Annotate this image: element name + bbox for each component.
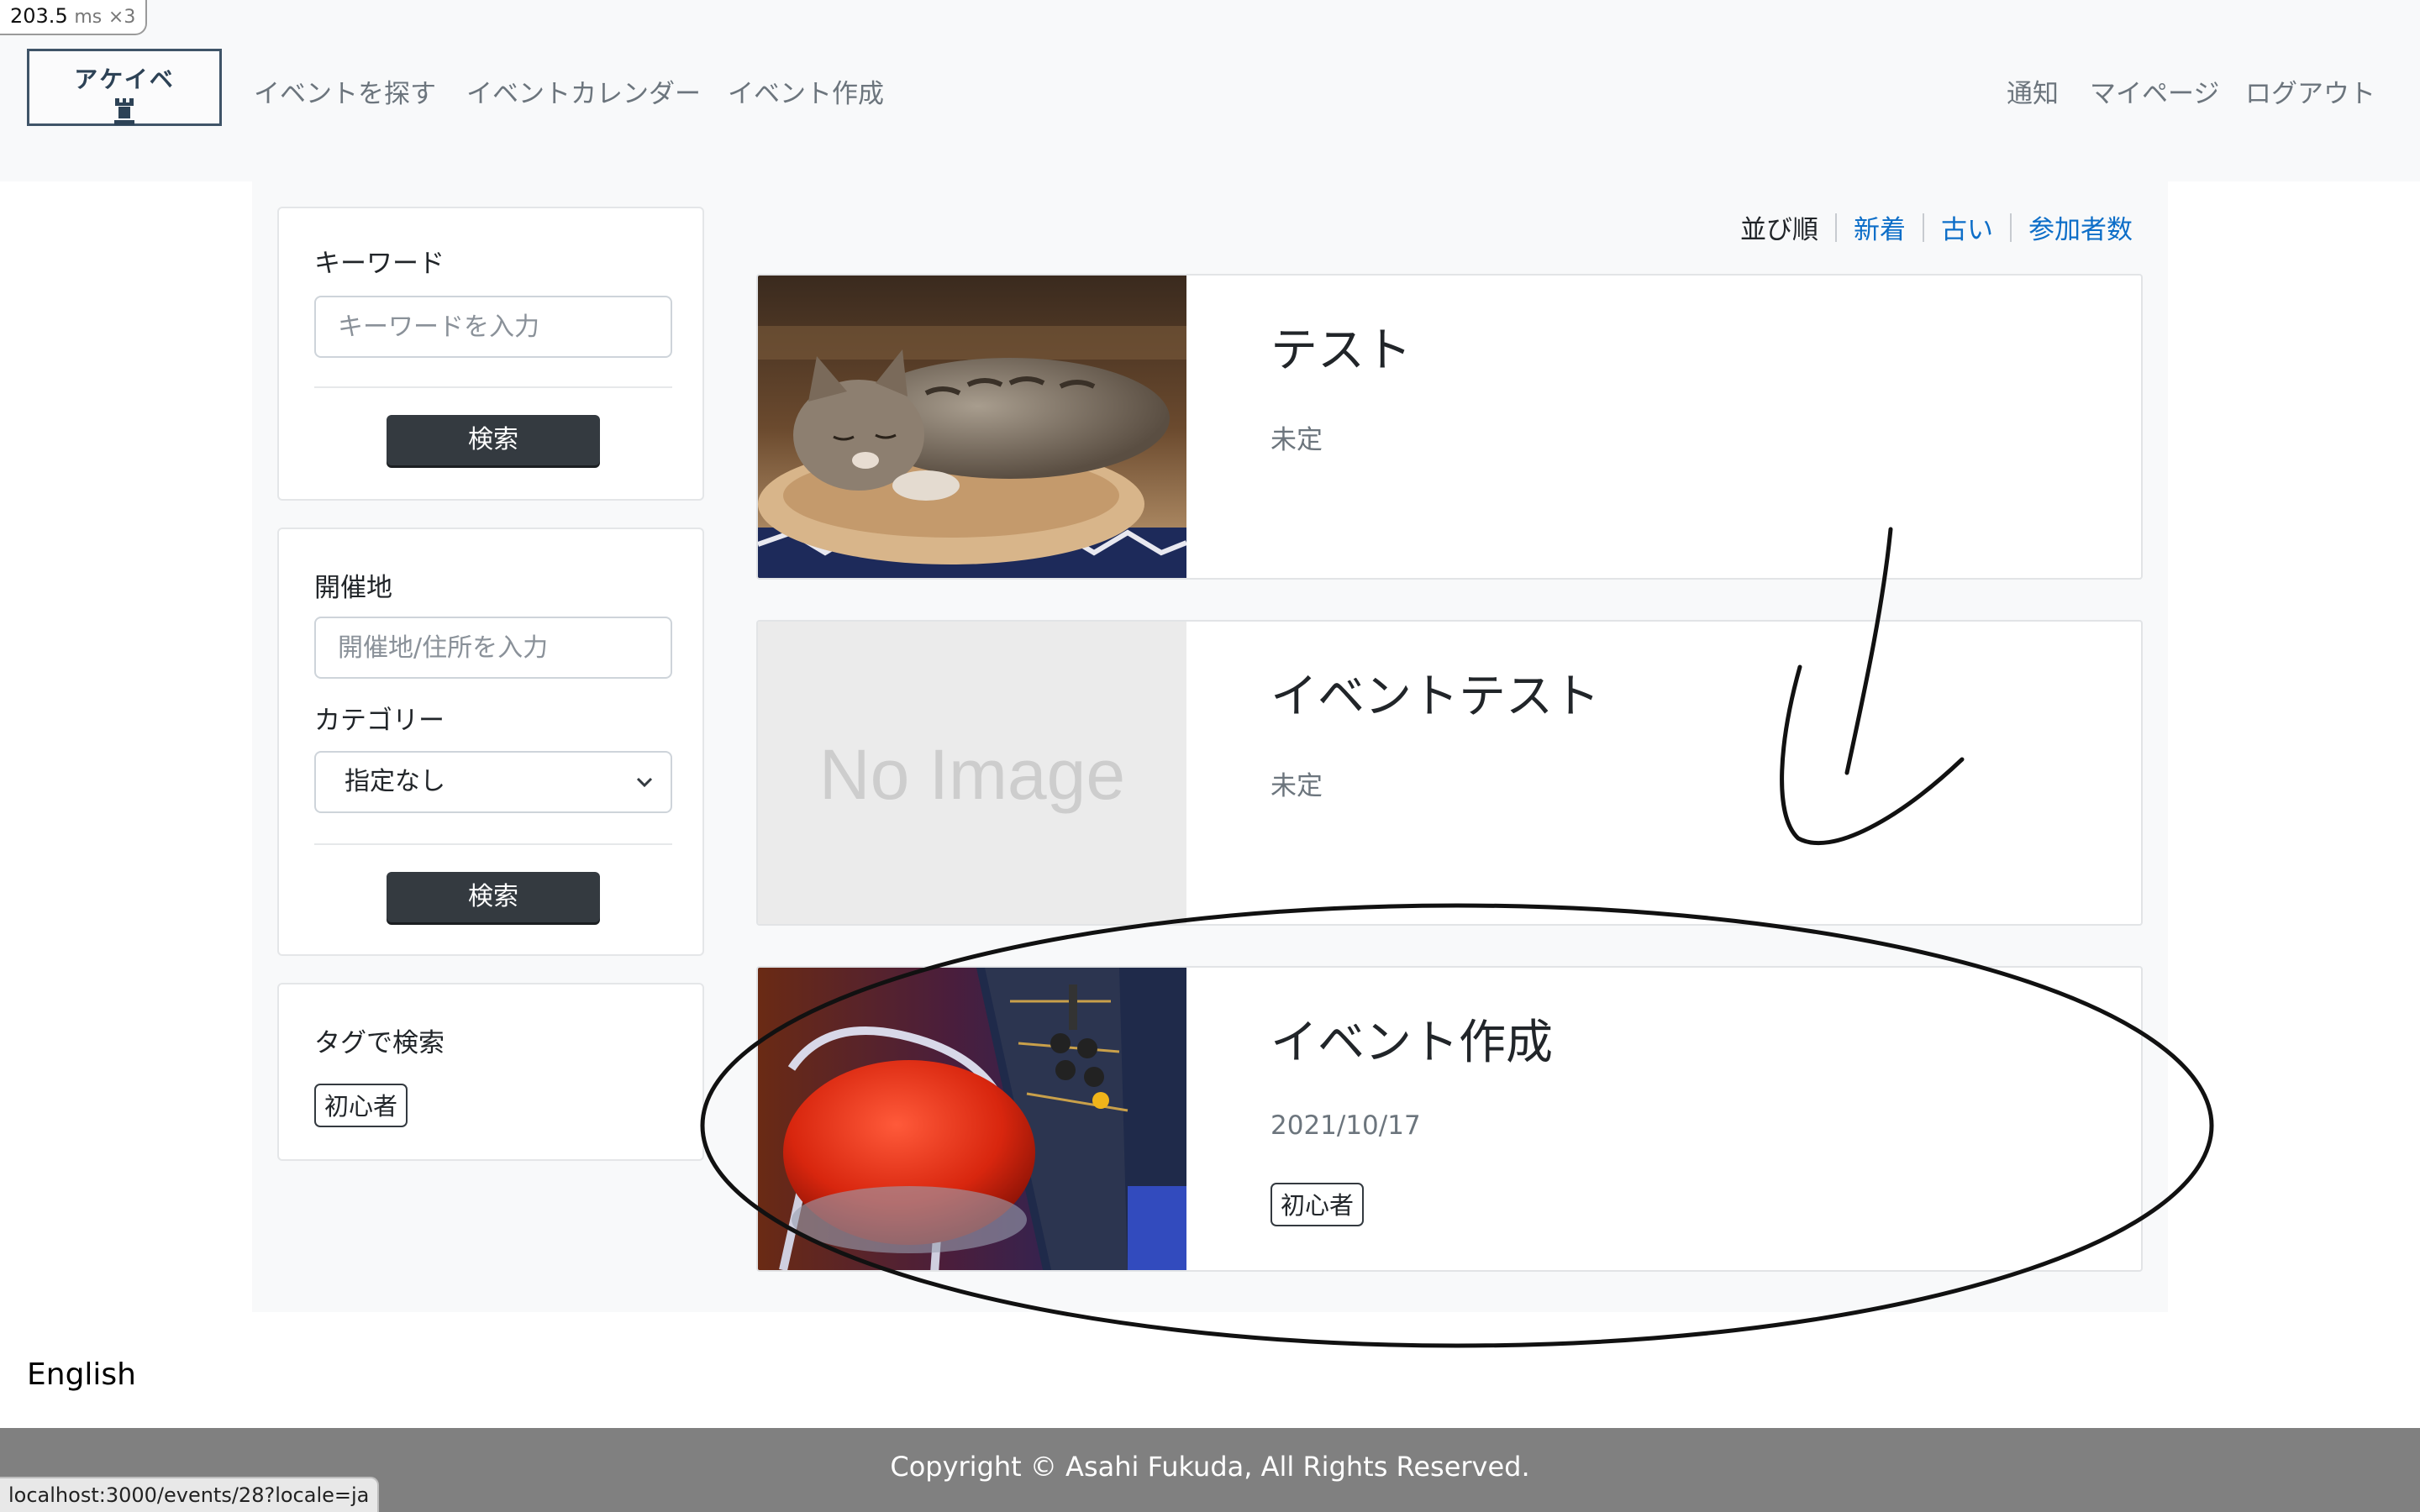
- event-image[interactable]: [758, 968, 1186, 1270]
- category-selected: 指定なし: [345, 767, 445, 796]
- keyword-search-button[interactable]: 検索: [387, 415, 600, 465]
- perf-value: 203.5: [10, 4, 68, 28]
- location-label: 開催地: [314, 573, 392, 603]
- site-logo[interactable]: アケイベ: [27, 49, 222, 126]
- event-title[interactable]: テスト: [1270, 312, 1412, 381]
- tag-search-panel: タグで検索 初心者: [277, 983, 704, 1161]
- location-search-panel: 開催地 カテゴリー 指定なし 検索: [277, 528, 704, 956]
- sort-newest-link[interactable]: 新着: [1854, 208, 1906, 246]
- event-title[interactable]: イベントテスト: [1270, 659, 1600, 727]
- divider: [2010, 213, 2012, 242]
- event-card[interactable]: テスト 未定: [756, 274, 2143, 580]
- keyword-input[interactable]: [314, 296, 672, 358]
- language-switch-link[interactable]: English: [27, 1357, 136, 1392]
- divider: [314, 386, 672, 388]
- location-input[interactable]: [314, 617, 672, 679]
- logo-text: アケイベ: [74, 66, 175, 93]
- nav-mypage[interactable]: マイページ: [2090, 72, 2219, 110]
- event-date: 未定: [1270, 771, 1323, 801]
- event-image-placeholder[interactable]: No Image: [758, 622, 1186, 924]
- category-select[interactable]: 指定なし: [314, 751, 672, 813]
- tower-icon: [114, 98, 134, 125]
- event-image[interactable]: [758, 276, 1186, 578]
- perf-badge: 203.5 ms ×3: [0, 0, 148, 35]
- nav-create-event[interactable]: イベント作成: [728, 72, 884, 110]
- category-label: カテゴリー: [314, 706, 445, 736]
- location-search-button[interactable]: 検索: [387, 872, 600, 922]
- divider: [1923, 213, 1924, 242]
- keyword-search-panel: キーワード 検索: [277, 207, 704, 501]
- copyright-text: Copyright © Asahi Fukuda, All Rights Res…: [890, 1451, 1530, 1483]
- tag-beginner[interactable]: 初心者: [314, 1084, 408, 1127]
- nav-notifications[interactable]: 通知: [2007, 72, 2059, 110]
- divider: [314, 843, 672, 845]
- event-card[interactable]: No Image イベントテスト 未定: [756, 620, 2143, 926]
- nav-logout[interactable]: ログアウト: [2245, 72, 2375, 110]
- cat-photo: [758, 276, 1186, 578]
- perf-multiplier: ×3: [108, 7, 136, 28]
- perf-unit: ms: [74, 7, 103, 28]
- navbar: アケイベ イベントを探す イベントカレンダー イベント作成 通知 マイページ ロ…: [0, 0, 2420, 181]
- chevron-down-icon: [636, 777, 653, 788]
- nav-event-calendar[interactable]: イベントカレンダー: [466, 72, 701, 110]
- sort-participants-link[interactable]: 参加者数: [2028, 208, 2133, 246]
- event-card[interactable]: イベント作成 2021/10/17 初心者: [756, 966, 2143, 1272]
- sort-label: 並び順: [1740, 215, 1818, 245]
- no-image-text: No Image: [818, 735, 1126, 814]
- sort-oldest-link[interactable]: 古い: [1941, 208, 1993, 246]
- divider: [1835, 213, 1837, 242]
- status-bar-url: localhost:3000/events/28?locale=ja: [0, 1477, 380, 1512]
- event-date: 未定: [1270, 425, 1323, 455]
- nav-find-events[interactable]: イベントを探す: [254, 72, 436, 110]
- tag-search-label: タグで検索: [314, 1028, 445, 1058]
- event-date: 2021/10/17: [1270, 1110, 1421, 1141]
- arcade-photo: [758, 968, 1186, 1270]
- sort-bar: 並び順 新着 古い 参加者数: [1740, 208, 2133, 246]
- event-tag-beginner[interactable]: 初心者: [1270, 1183, 1365, 1226]
- event-title[interactable]: イベント作成: [1270, 1005, 1553, 1073]
- keyword-label: キーワード: [314, 249, 445, 279]
